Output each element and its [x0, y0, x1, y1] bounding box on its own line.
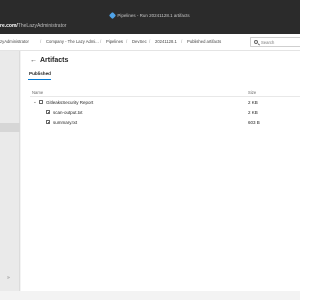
breadcrumb-project[interactable]: Company - The Lazy Admi...: [46, 39, 99, 44]
address-bar[interactable]: re.com/TheLazyAdministrator: [0, 20, 300, 34]
breadcrumb-run[interactable]: 20241128.1: [155, 39, 177, 44]
breadcrumb-pipeline[interactable]: DevSec: [132, 39, 147, 44]
sidebar-item[interactable]: [0, 74, 20, 83]
search-box[interactable]: Search: [250, 37, 300, 47]
chevron-down-icon[interactable]: ⌄: [33, 99, 37, 105]
file-icon: [46, 119, 50, 125]
sidebar-item[interactable]: [0, 65, 20, 74]
main-content: ← Artifacts Published Name Size ⌄ Gitlea…: [21, 51, 300, 291]
sidebar-item[interactable]: [0, 101, 20, 110]
sidebar-item[interactable]: [0, 83, 20, 92]
window-title: Pipelines - Run 20241128.1 artifacts: [0, 11, 300, 20]
artifact-size: 2 KB: [248, 99, 258, 105]
artifact-size: 603 B: [248, 119, 260, 125]
sidebar-item[interactable]: [0, 56, 20, 65]
active-tab-indicator: [28, 79, 51, 80]
breadcrumb-separator: /: [181, 38, 183, 44]
tab-published[interactable]: Published: [29, 71, 51, 76]
search-icon: [254, 40, 258, 44]
artifacts-table: Name Size ⌄ GitleaksSecurity Report 2 KB…: [30, 87, 300, 127]
bottom-bar: [0, 291, 300, 300]
artifact-size: 2 KB: [248, 109, 258, 115]
collapse-sidebar-icon[interactable]: »: [7, 275, 10, 281]
file-icon: [46, 109, 50, 115]
table-row[interactable]: summary.txt 603 B: [30, 117, 300, 127]
url-text: re.com/TheLazyAdministrator: [0, 23, 67, 29]
top-navigation: zyAdministrator / Company - The Lazy Adm…: [0, 34, 300, 51]
column-header-size[interactable]: Size: [248, 90, 256, 95]
table-row[interactable]: scan-output.txt 2 KB: [30, 107, 300, 117]
azure-devops-icon: [109, 11, 117, 20]
artifact-name: GitleaksSecurity Report: [46, 99, 94, 105]
breadcrumb-artifacts[interactable]: Published artifacts: [187, 39, 221, 44]
table-row[interactable]: ⌄ GitleaksSecurity Report 2 KB: [30, 97, 300, 107]
breadcrumb-separator: /: [100, 38, 102, 44]
sidebar-item-pipelines[interactable]: [0, 123, 20, 132]
breadcrumb-separator: /: [126, 38, 128, 44]
search-placeholder: Search: [261, 40, 275, 46]
page-title: Artifacts: [40, 57, 69, 64]
breadcrumb-separator: /: [40, 38, 42, 44]
sidebar: »: [0, 51, 20, 291]
breadcrumb-separator: /: [149, 38, 151, 44]
sidebar-item[interactable]: [0, 92, 20, 101]
back-arrow-icon[interactable]: ←: [30, 57, 37, 64]
breadcrumb-pipelines[interactable]: Pipelines: [106, 39, 123, 44]
table-header: Name Size: [30, 87, 300, 97]
app-window: Pipelines - Run 20241128.1 artifacts re.…: [0, 0, 300, 300]
artifact-name: summary.txt: [53, 119, 78, 125]
breadcrumb-organization[interactable]: zyAdministrator: [0, 39, 29, 44]
column-header-name[interactable]: Name: [32, 90, 43, 95]
artifact-folder-icon: [39, 99, 43, 104]
artifact-name: scan-output.txt: [53, 109, 83, 115]
